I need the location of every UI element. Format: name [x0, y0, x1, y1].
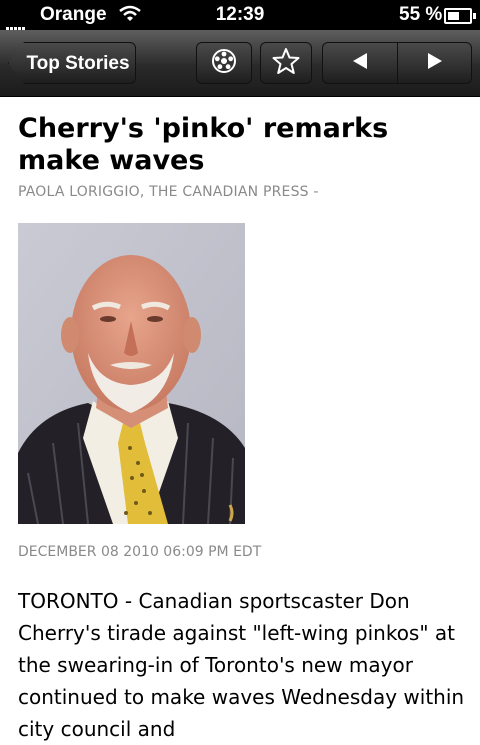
wifi-icon — [118, 5, 142, 29]
portrait-photo — [18, 223, 245, 524]
star-icon — [272, 47, 300, 79]
navigation-toolbar: Top Stories — [0, 30, 480, 97]
triangle-left-icon — [352, 52, 368, 74]
article-dateline: DECEMBER 08 2010 06:09 PM EDT — [18, 544, 262, 560]
next-article-button[interactable] — [398, 43, 472, 83]
share-wheel-icon — [210, 47, 238, 79]
article-headline: Cherry's 'pinko' remarks make waves — [18, 113, 389, 176]
share-button[interactable] — [196, 42, 252, 84]
carrier-name: Orange — [40, 4, 107, 25]
battery-percent: 55 % — [399, 4, 443, 25]
previous-article-button[interactable] — [323, 43, 397, 83]
article-byline: PAOLA LORIGGIO, THE CANADIAN PRESS - — [18, 184, 319, 200]
triangle-right-icon — [427, 52, 443, 74]
signal-bars-icon — [6, 9, 26, 31]
article-pager — [322, 42, 472, 84]
article-body: TORONTO - Canadian sportscaster Don Cher… — [18, 589, 465, 741]
status-bar: Orange 12:39 55 % — [0, 0, 480, 31]
favorite-button[interactable] — [260, 42, 312, 84]
back-button[interactable]: Top Stories — [8, 42, 136, 84]
battery-icon — [444, 8, 476, 24]
